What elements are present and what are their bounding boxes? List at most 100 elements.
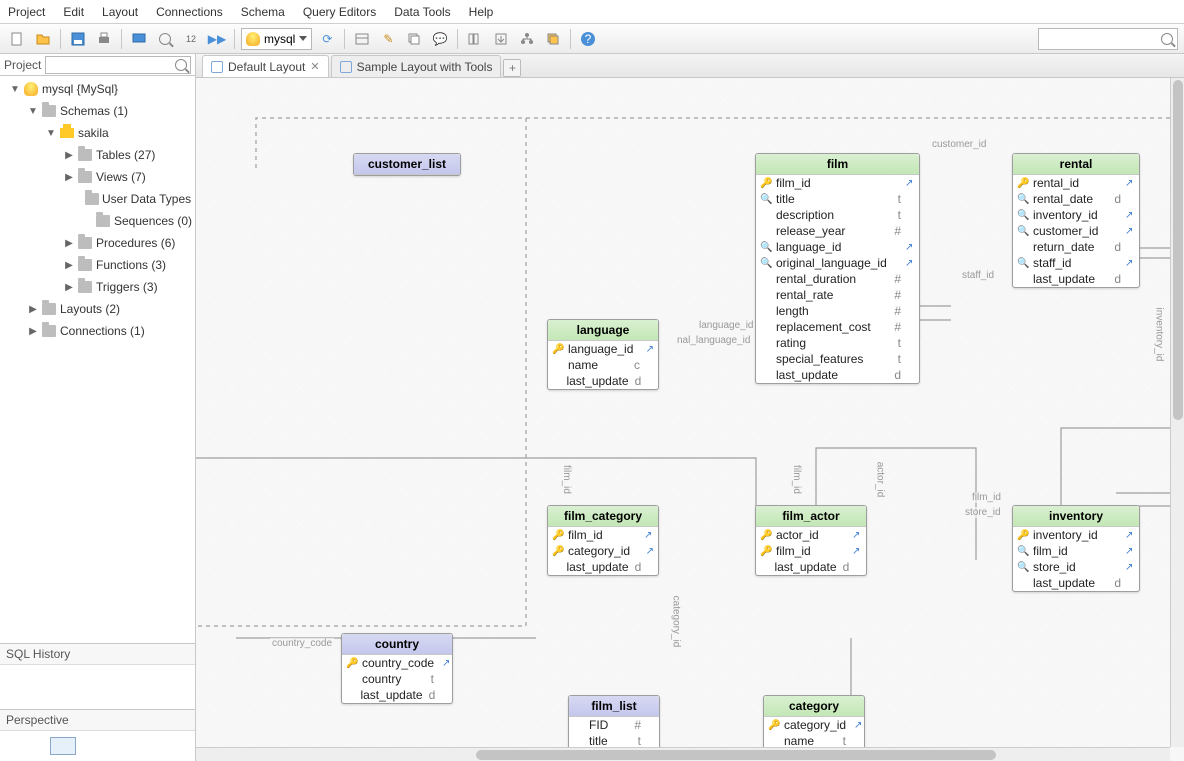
column-row[interactable]: 🔍film_id↗ — [1013, 543, 1139, 559]
column-row[interactable]: replacement_cost# — [756, 319, 919, 335]
open-folder-icon[interactable] — [32, 28, 54, 50]
perspective-title[interactable]: Perspective — [0, 710, 195, 731]
print-icon[interactable] — [93, 28, 115, 50]
entity-rental[interactable]: rental🔑rental_id↗🔍rental_dated🔍inventory… — [1012, 153, 1140, 288]
column-row[interactable]: 🔍original_language_id↗ — [756, 255, 919, 271]
column-row[interactable]: 🔑actor_id↗ — [756, 527, 866, 543]
add-tab-button[interactable]: + — [503, 59, 521, 77]
entity-header[interactable]: category — [764, 696, 864, 717]
column-row[interactable]: 🔑rental_id↗ — [1013, 175, 1139, 191]
column-row[interactable]: 🔍rental_dated — [1013, 191, 1139, 207]
entity-header[interactable]: customer_list — [354, 154, 460, 175]
column-row[interactable]: rental_rate# — [756, 287, 919, 303]
column-row[interactable]: rental_duration# — [756, 271, 919, 287]
project-search[interactable] — [45, 56, 191, 74]
tree-node[interactable]: ▶Tables (27) — [0, 144, 195, 166]
column-row[interactable]: length# — [756, 303, 919, 319]
column-row[interactable]: 🔍staff_id↗ — [1013, 255, 1139, 271]
entity-header[interactable]: film — [756, 154, 919, 175]
column-row[interactable]: 🔍store_id↗ — [1013, 559, 1139, 575]
new-file-icon[interactable] — [6, 28, 28, 50]
column-row[interactable]: return_dated — [1013, 239, 1139, 255]
column-row[interactable]: 🔑country_code↗ — [342, 655, 452, 671]
entity-film_category[interactable]: film_category🔑film_id↗🔑category_id↗last_… — [547, 505, 659, 576]
tree-node[interactable]: ▼mysql {MySql} — [0, 78, 195, 100]
layers-icon[interactable] — [542, 28, 564, 50]
column-row[interactable]: 🔍language_id↗ — [756, 239, 919, 255]
tree-node[interactable]: User Data Types (0) — [0, 188, 195, 210]
entity-country[interactable]: country🔑country_code↗countrytlast_update… — [341, 633, 453, 704]
grid-size-icon[interactable]: 12 — [180, 28, 202, 50]
menu-project[interactable]: Project — [8, 5, 45, 19]
column-row[interactable]: 🔍customer_id↗ — [1013, 223, 1139, 239]
monitor-icon[interactable] — [128, 28, 150, 50]
entity-header[interactable]: rental — [1013, 154, 1139, 175]
chat-icon[interactable]: 💬 — [429, 28, 451, 50]
columns-icon[interactable] — [464, 28, 486, 50]
tree-node[interactable]: ▶Procedures (6) — [0, 232, 195, 254]
tree-node[interactable]: ▼Schemas (1) — [0, 100, 195, 122]
menu-layout[interactable]: Layout — [102, 5, 138, 19]
fast-forward-icon[interactable]: ▶▶ — [206, 28, 228, 50]
save-icon[interactable] — [67, 28, 89, 50]
tree-node[interactable]: ▶Functions (3) — [0, 254, 195, 276]
menu-query-editors[interactable]: Query Editors — [303, 5, 376, 19]
entity-film[interactable]: film🔑film_id↗🔍titletdescriptiontrelease_… — [755, 153, 920, 384]
entity-header[interactable]: film_list — [569, 696, 659, 717]
menu-connections[interactable]: Connections — [156, 5, 223, 19]
tree-node[interactable]: ▶Layouts (2) — [0, 298, 195, 320]
table-icon[interactable] — [351, 28, 373, 50]
horizontal-scrollbar[interactable] — [196, 747, 1170, 761]
tree-node[interactable]: ▼sakila — [0, 122, 195, 144]
entity-customer_list[interactable]: customer_list — [353, 153, 461, 176]
hierarchy-icon[interactable] — [516, 28, 538, 50]
menu-edit[interactable]: Edit — [63, 5, 84, 19]
column-row[interactable]: FID# — [569, 717, 659, 733]
close-icon[interactable]: ✕ — [310, 60, 319, 73]
column-row[interactable]: ratingt — [756, 335, 919, 351]
column-row[interactable]: 🔑inventory_id↗ — [1013, 527, 1139, 543]
column-row[interactable]: last_updated — [548, 559, 658, 575]
tree-node[interactable]: ▶Connections (1) — [0, 320, 195, 342]
tab-default-layout[interactable]: Default Layout✕ — [202, 55, 329, 77]
column-row[interactable]: last_updated — [756, 559, 866, 575]
menu-help[interactable]: Help — [469, 5, 494, 19]
sql-history-title[interactable]: SQL History — [0, 644, 195, 665]
toolbar-search[interactable] — [1038, 28, 1178, 50]
column-row[interactable]: 🔍titlet — [756, 191, 919, 207]
entity-header[interactable]: country — [342, 634, 452, 655]
perspective-thumbnail[interactable] — [50, 737, 76, 755]
column-row[interactable]: last_updated — [342, 687, 452, 703]
tree-node[interactable]: Sequences (0) — [0, 210, 195, 232]
entity-header[interactable]: language — [548, 320, 658, 341]
column-row[interactable]: descriptiont — [756, 207, 919, 223]
column-row[interactable]: 🔑film_id↗ — [548, 527, 658, 543]
entity-header[interactable]: film_category — [548, 506, 658, 527]
help-icon[interactable]: ? — [577, 28, 599, 50]
column-row[interactable]: 🔍inventory_id↗ — [1013, 207, 1139, 223]
column-row[interactable]: 🔑film_id↗ — [756, 543, 866, 559]
entity-language[interactable]: language🔑language_id↗nameclast_updated — [547, 319, 659, 390]
column-row[interactable]: namec — [548, 357, 658, 373]
refresh-icon[interactable]: ⟳ — [316, 28, 338, 50]
tree-node[interactable]: ▶Triggers (3) — [0, 276, 195, 298]
entity-film_actor[interactable]: film_actor🔑actor_id↗🔑film_id↗last_update… — [755, 505, 867, 576]
tree-node[interactable]: ▶Views (7) — [0, 166, 195, 188]
column-row[interactable]: 🔑film_id↗ — [756, 175, 919, 191]
connection-combo[interactable]: mysql — [241, 28, 312, 50]
vertical-scrollbar[interactable] — [1170, 78, 1184, 747]
pencil-icon[interactable]: ✎ — [377, 28, 399, 50]
column-row[interactable]: last_updated — [548, 373, 658, 389]
column-row[interactable]: last_updated — [756, 367, 919, 383]
menu-schema[interactable]: Schema — [241, 5, 285, 19]
column-row[interactable]: release_year# — [756, 223, 919, 239]
column-row[interactable]: special_featurest — [756, 351, 919, 367]
column-row[interactable]: last_updated — [1013, 575, 1139, 591]
zoom-icon[interactable] — [154, 28, 176, 50]
tab-sample-layout[interactable]: Sample Layout with Tools — [331, 55, 502, 77]
column-row[interactable]: 🔑category_id↗ — [548, 543, 658, 559]
export-icon[interactable] — [490, 28, 512, 50]
entity-header[interactable]: inventory — [1013, 506, 1139, 527]
entity-inventory[interactable]: inventory🔑inventory_id↗🔍film_id↗🔍store_i… — [1012, 505, 1140, 592]
column-row[interactable]: countryt — [342, 671, 452, 687]
